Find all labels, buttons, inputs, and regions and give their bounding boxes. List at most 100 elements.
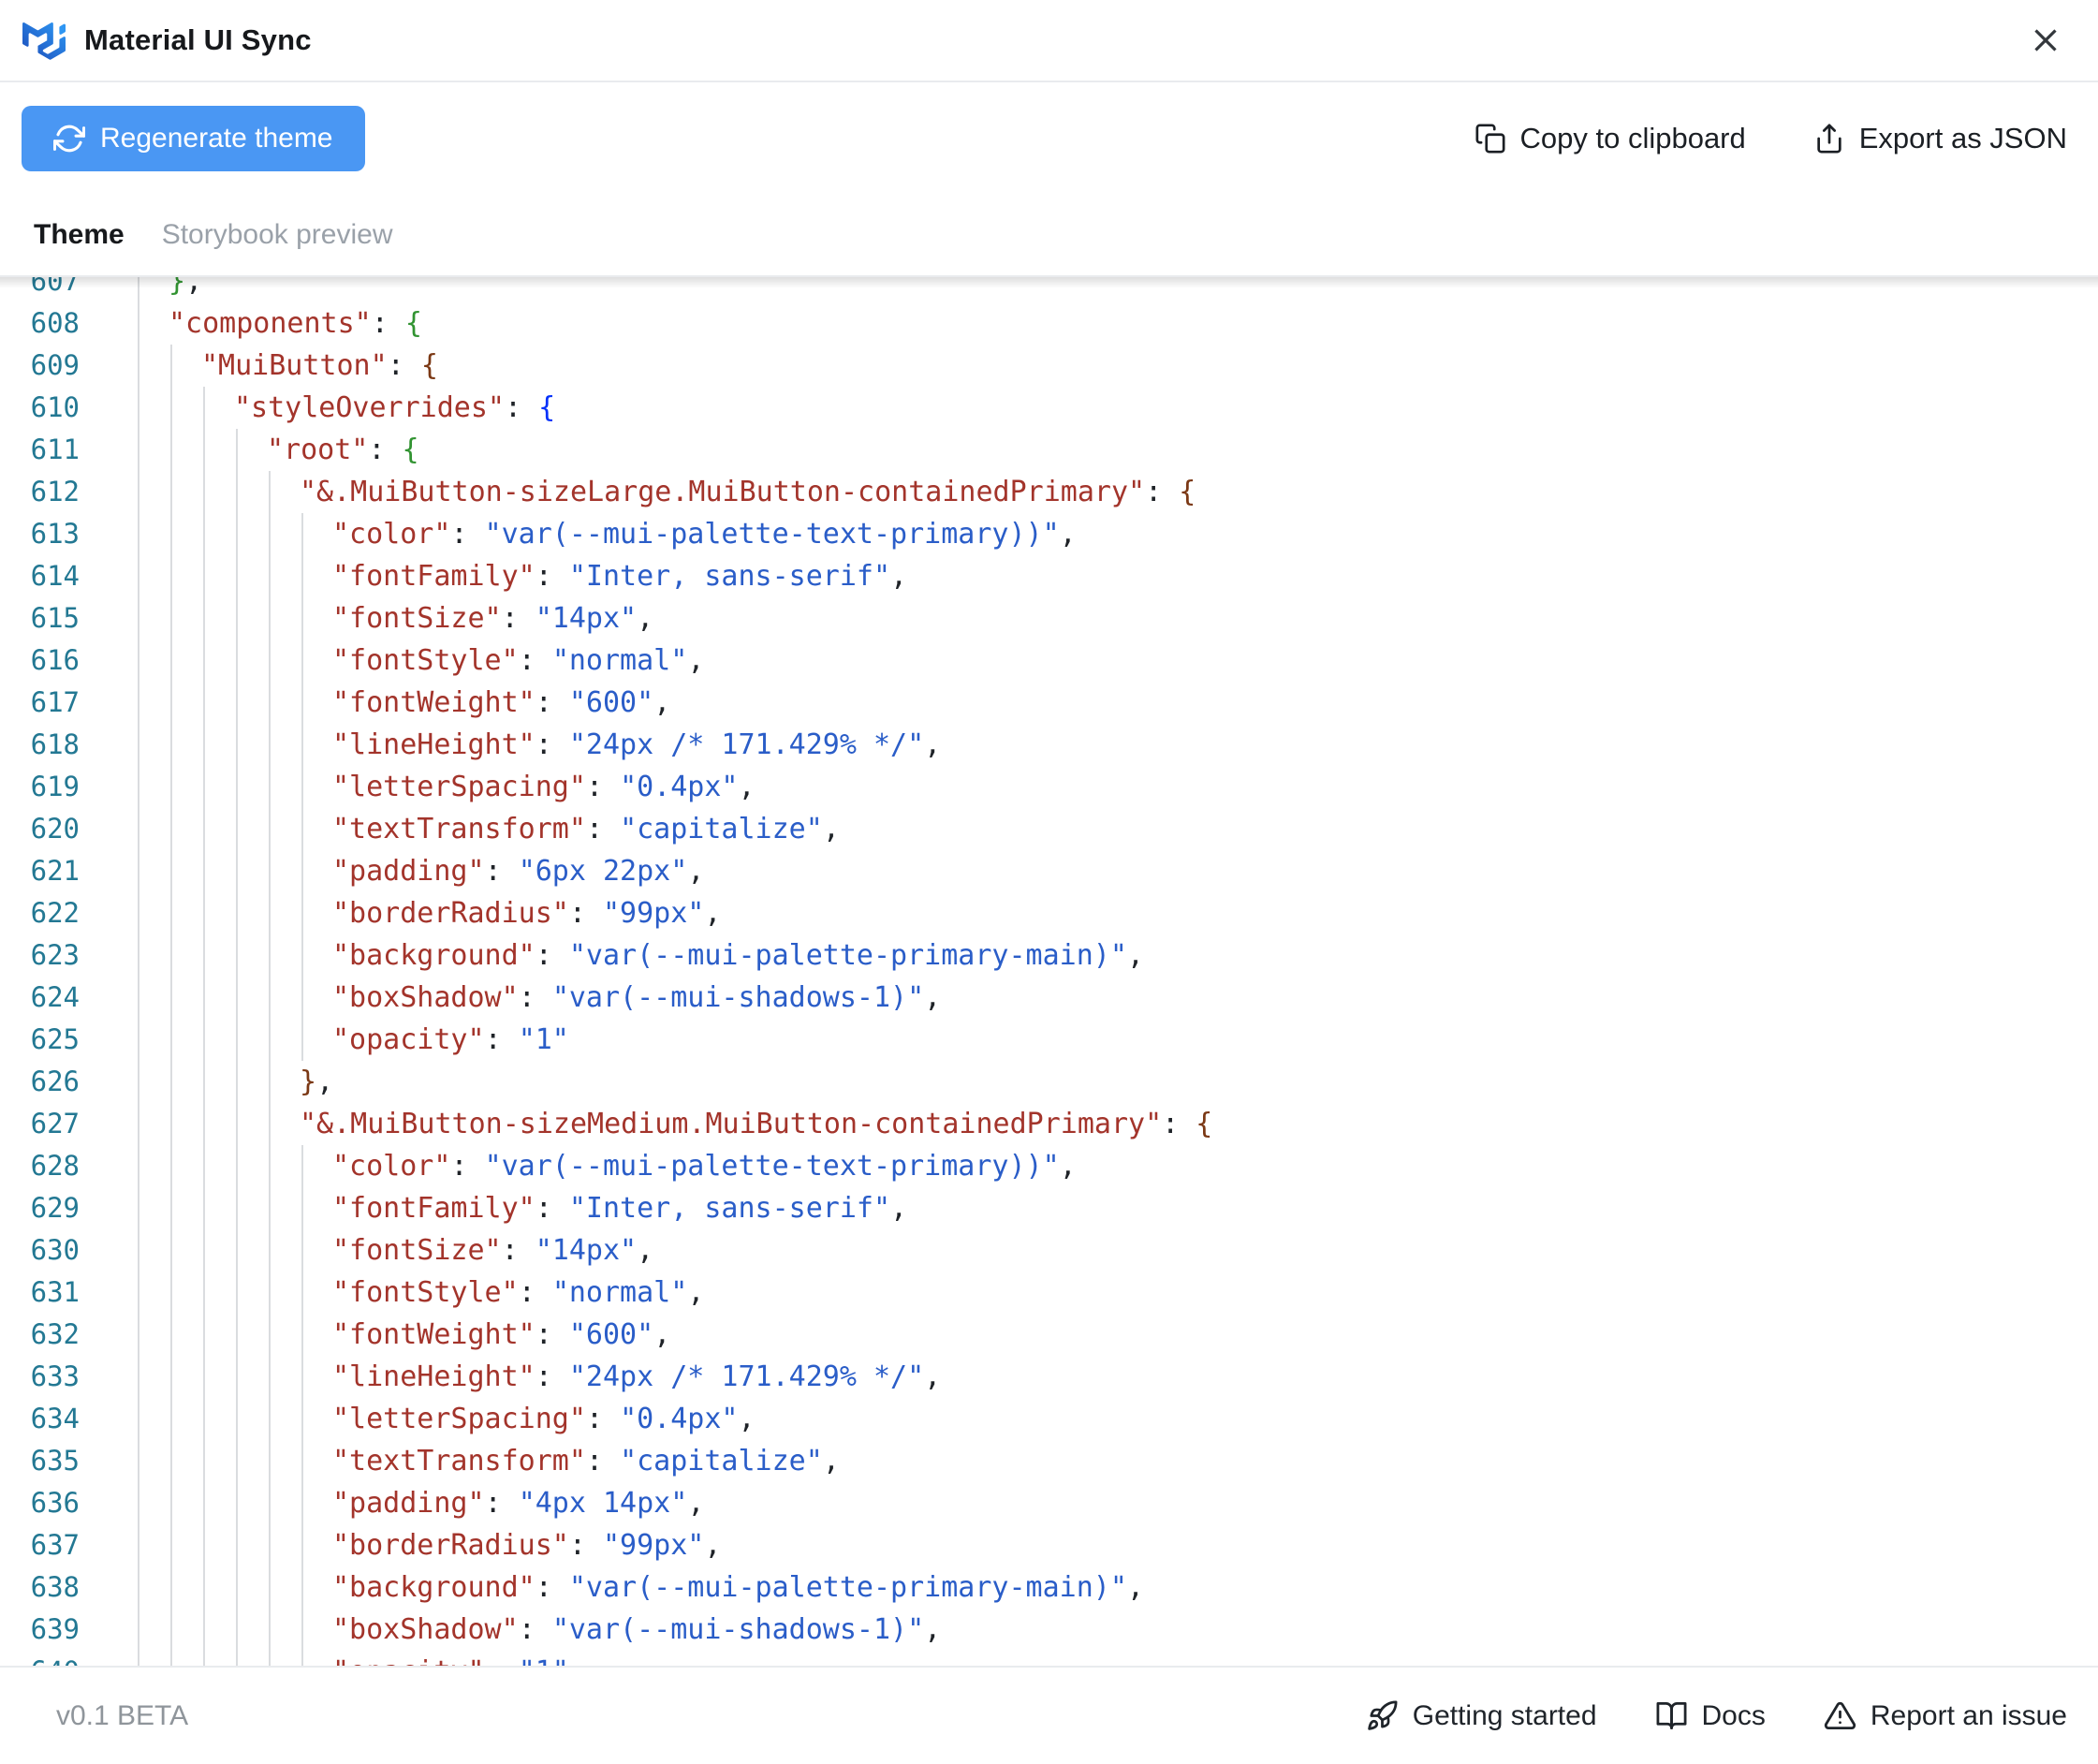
indent-guide — [301, 513, 303, 555]
indent-guide — [236, 1482, 238, 1524]
indent-guide — [138, 1566, 139, 1609]
indent-guide — [269, 639, 271, 682]
indent-guide — [269, 1314, 271, 1356]
indent-guide — [203, 1609, 205, 1651]
indent-guide — [236, 1103, 238, 1145]
code-text: }, — [169, 277, 203, 298]
indent-guide — [170, 1609, 172, 1651]
tab-theme[interactable]: Theme — [34, 219, 125, 251]
code-text: "color": "var(--mui-palette-text-primary… — [332, 518, 1077, 551]
code-line: 632 "fontWeight": "600", — [0, 1314, 2098, 1356]
line-number: 627 — [30, 1108, 80, 1139]
indent-guide — [236, 808, 238, 850]
code-line: 626}, — [0, 1061, 2098, 1103]
line-number: 622 — [30, 897, 80, 929]
indent-guide — [138, 1524, 139, 1566]
code-line: 631 "fontStyle": "normal", — [0, 1272, 2098, 1314]
code-text: "background": "var(--mui-palette-primary… — [332, 1571, 1144, 1604]
indent-guide — [269, 682, 271, 724]
indent-guide — [203, 513, 205, 555]
line-number: 640 — [0, 1651, 80, 1666]
indent-guide — [138, 682, 139, 724]
code-text: "fontSize": "14px", — [332, 1234, 654, 1267]
indent-guide — [170, 1145, 172, 1187]
indent-guide — [236, 471, 238, 513]
indent-guide — [203, 892, 205, 934]
toolbar-right: Copy to clipboard Export as JSON — [1474, 122, 2067, 155]
code-line: 610 "styleOverrides": { — [0, 387, 2098, 429]
code-editor[interactable]: 607}, 608 "components": {609 "MuiButton": {… — [0, 277, 2098, 1666]
indent-guide — [236, 1314, 238, 1356]
code-text: "borderRadius": "99px", — [332, 897, 722, 930]
code-text: "styleOverrides": { — [234, 391, 556, 424]
indent-guide — [236, 850, 238, 892]
indent-guide — [138, 1398, 139, 1440]
line-number: 623 — [30, 939, 80, 971]
indent-guide — [170, 555, 172, 597]
code-line: 612 "&.MuiButton-sizeLarge.MuiButton-cont… — [0, 471, 2098, 513]
report-an-issue-link[interactable]: Report an issue — [1824, 1699, 2067, 1732]
code-text: "MuiButton": { — [201, 349, 438, 382]
indent-guide — [138, 1019, 139, 1061]
code-line: 627 "&.MuiButton-sizeMedium.MuiButton-con… — [0, 1103, 2098, 1145]
indent-guide — [138, 1272, 139, 1314]
indent-guide — [236, 555, 238, 597]
indent-guide — [138, 1103, 139, 1145]
export-as-json-button[interactable]: Export as JSON — [1813, 122, 2067, 155]
export-icon — [1817, 124, 1841, 154]
indent-guide — [170, 1398, 172, 1440]
code-text: "fontWeight": "600", — [332, 1318, 671, 1351]
getting-started-link[interactable]: Getting started — [1366, 1699, 1597, 1732]
tab-storybook-preview[interactable]: Storybook preview — [162, 219, 393, 251]
code-line: 636 "padding": "4px 14px", — [0, 1482, 2098, 1524]
line-number: 612 — [30, 476, 80, 507]
indent-guide — [138, 977, 139, 1019]
indent-guide — [170, 1651, 172, 1666]
code-line: 640 "opacity": "1" — [0, 1651, 2098, 1666]
indent-guide — [170, 808, 172, 850]
line-number: 636 — [30, 1487, 80, 1519]
indent-guide — [203, 1398, 205, 1440]
indent-guide — [236, 766, 238, 808]
regenerate-theme-button[interactable]: Regenerate theme — [22, 106, 365, 171]
docs-link[interactable]: Docs — [1655, 1699, 1766, 1732]
rocket-icon — [1367, 1700, 1398, 1730]
copy-to-clipboard-button[interactable]: Copy to clipboard — [1474, 122, 1746, 155]
code-text: "fontSize": "14px", — [332, 602, 654, 635]
indent-guide — [269, 1187, 271, 1229]
line-number: 610 — [30, 391, 80, 423]
indent-guide — [138, 639, 139, 682]
indent-guide — [170, 1524, 172, 1566]
code-text: "background": "var(--mui-palette-primary… — [332, 939, 1144, 972]
plugin-window: Material UI Sync Regenerate theme Copy t — [0, 0, 2098, 1764]
indent-guide — [203, 555, 205, 597]
close-icon — [2034, 29, 2057, 51]
indent-guide — [170, 1272, 172, 1314]
code-line: 639 "boxShadow": "var(--mui-shadows-1)", — [0, 1609, 2098, 1651]
code-text: "fontWeight": "600", — [332, 686, 671, 719]
line-number: 609 — [30, 349, 80, 381]
line-number: 619 — [30, 771, 80, 802]
close-button[interactable] — [2021, 16, 2070, 65]
line-number: 621 — [30, 855, 80, 887]
line-number: 615 — [30, 602, 80, 634]
code-text: "root": { — [267, 434, 419, 466]
indent-guide — [170, 1187, 172, 1229]
code-line: 634 "letterSpacing": "0.4px", — [0, 1398, 2098, 1440]
indent-guide — [170, 934, 172, 977]
code-line: 625 "opacity": "1" — [0, 1019, 2098, 1061]
indent-guide — [138, 597, 139, 639]
indent-guide — [203, 1566, 205, 1609]
indent-guide — [203, 1651, 205, 1666]
code-text: "fontFamily": "Inter, sans-serif", — [332, 1192, 908, 1225]
indent-guide — [269, 555, 271, 597]
code-line: 614 "fontFamily": "Inter, sans-serif", — [0, 555, 2098, 597]
indent-guide — [203, 1229, 205, 1272]
indent-guide — [203, 1103, 205, 1145]
code-line: 623 "background": "var(--mui-palette-prim… — [0, 934, 2098, 977]
indent-guide — [236, 1440, 238, 1482]
indent-guide — [269, 1398, 271, 1440]
indent-guide — [301, 934, 303, 977]
indent-guide — [138, 934, 139, 977]
indent-guide — [170, 766, 172, 808]
